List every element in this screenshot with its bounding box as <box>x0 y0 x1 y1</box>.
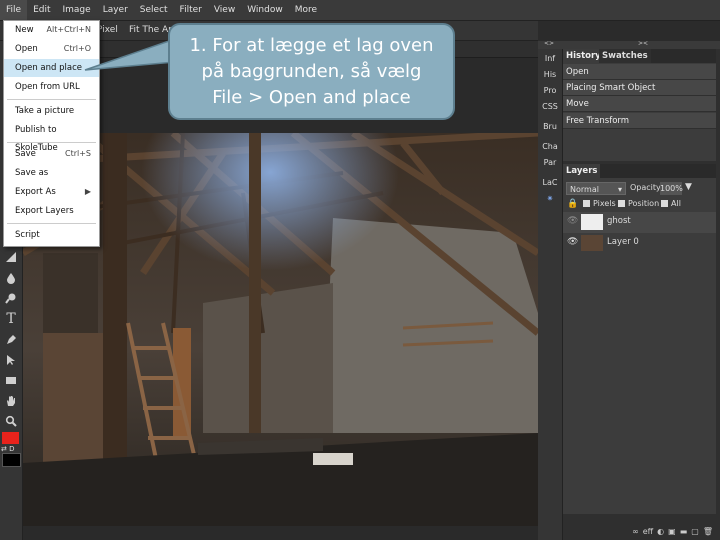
menu-item-export-layers[interactable]: Export Layers <box>4 202 99 220</box>
link-icon[interactable]: ∞ <box>632 527 639 536</box>
eff-icon[interactable]: eff <box>643 527 653 536</box>
zoom-icon[interactable] <box>1 411 21 431</box>
history-entry[interactable]: Free Transform <box>563 113 716 129</box>
submenu-arrow-icon: ▶ <box>84 187 91 196</box>
tool-presets-icon[interactable]: ✷ <box>538 189 562 209</box>
history-entry[interactable]: Placing Smart Object <box>563 80 716 96</box>
layers-panel-tabs: Layers <box>563 164 716 178</box>
menu-item-take-picture[interactable]: Take a picture <box>4 102 99 120</box>
panel-collapse-bar[interactable]: <> >< <box>538 40 720 49</box>
rect-icon[interactable] <box>1 370 21 390</box>
menu-filter[interactable]: Filter <box>174 0 208 20</box>
instruction-callout: 1. For at lægge et lag oven på baggrunde… <box>168 23 455 120</box>
layer-name: Layer 0 <box>607 237 639 247</box>
lock-pixels-checkbox[interactable] <box>583 200 590 207</box>
lock-all-checkbox[interactable] <box>661 200 668 207</box>
layer-row[interactable]: 👁 ghost <box>563 212 716 234</box>
mini-tab-brush[interactable]: Bru <box>538 117 562 137</box>
tab-layers[interactable]: Layers <box>563 164 601 178</box>
menu-item-save[interactable]: Save Ctrl+S <box>4 145 99 163</box>
menu-more[interactable]: More <box>289 0 323 20</box>
foreground-color-swatch[interactable] <box>2 432 19 444</box>
mini-panel-strip: Inf His Pro CSS Bru Cha Par LaC ✷ <box>538 49 563 540</box>
chevron-down-icon: ▾ <box>617 185 622 194</box>
mini-tab-paragraph[interactable]: Par <box>538 153 562 173</box>
expand-toggle[interactable]: <> <box>544 40 554 47</box>
mini-tab-css[interactable]: CSS <box>538 97 562 117</box>
tab-swatches[interactable]: Swatches <box>599 49 651 63</box>
trash-icon[interactable]: 🗑 <box>703 527 713 536</box>
lock-position-checkbox[interactable] <box>618 200 625 207</box>
lock-icon: 🔒 <box>567 199 579 209</box>
opacity-label: Opacity: <box>630 183 663 192</box>
layers-panel: Layers Normal ▾ Opacity: 100% ▼ 🔒 Pixels … <box>563 164 716 514</box>
menu-file[interactable]: File <box>0 0 28 20</box>
menu-view[interactable]: View <box>208 0 241 20</box>
menu-edit[interactable]: Edit <box>27 0 56 20</box>
layer-thumbnail <box>581 235 603 251</box>
callout-line: på baggrunden, så vælg <box>201 61 422 82</box>
background-color-swatch[interactable] <box>2 453 21 467</box>
blend-mode-select[interactable]: Normal ▾ <box>566 182 626 195</box>
layer-row[interactable]: 👁 Layer 0 <box>563 233 716 254</box>
menu-separator <box>7 223 96 224</box>
layer-thumbnail <box>581 214 603 230</box>
new-layer-icon[interactable]: ▢ <box>691 527 699 536</box>
lock-position-label: Position <box>628 199 660 208</box>
layer-name: ghost <box>607 216 631 226</box>
folder-icon[interactable]: ▬ <box>680 527 688 536</box>
opacity-input[interactable]: 100% <box>660 182 683 195</box>
menu-image[interactable]: Image <box>57 0 97 20</box>
history-entry[interactable]: Open <box>563 64 716 80</box>
half-circle-icon[interactable]: ◐ <box>657 527 664 536</box>
dropper-icon[interactable] <box>1 268 21 288</box>
callout-line: 1. For at lægge et lag oven <box>189 35 434 56</box>
menu-item-publish[interactable]: Publish to SkoleTube <box>4 121 99 153</box>
history-panel: History Swatches Open Placing Smart Obje… <box>563 49 716 161</box>
menu-layer[interactable]: Layer <box>97 0 134 20</box>
history-entry[interactable]: Move <box>563 96 716 112</box>
visibility-eye-icon[interactable]: 👁 <box>567 216 578 226</box>
mask-icon[interactable]: ▣ <box>668 527 676 536</box>
opacity-dropdown-icon[interactable]: ▼ <box>685 182 692 192</box>
menu-bar: File Edit Image Layer Select Filter View… <box>0 0 720 21</box>
text-icon[interactable]: T <box>1 309 21 329</box>
callout-pointer <box>84 38 176 71</box>
menu-separator <box>7 142 96 143</box>
menu-item-open-from-url[interactable]: Open from URL <box>4 78 99 96</box>
tab-history[interactable]: History <box>563 49 604 63</box>
gradient-icon[interactable] <box>1 247 21 267</box>
menu-item-save-as[interactable]: Save as <box>4 164 99 182</box>
callout-line: File > Open and place <box>212 87 411 108</box>
swap-colors-icon[interactable]: ⇄ D <box>1 445 14 453</box>
lock-pixels-label: Pixels <box>593 199 616 208</box>
hand-icon[interactable] <box>1 391 21 411</box>
layers-footer: ∞ eff ◐ ▣ ▬ ▢ 🗑 <box>563 522 716 540</box>
visibility-eye-icon[interactable]: 👁 <box>567 237 578 247</box>
menu-separator <box>7 99 96 100</box>
select-icon[interactable] <box>1 350 21 370</box>
menu-window[interactable]: Window <box>241 0 289 20</box>
collapse-toggle[interactable]: >< <box>638 40 648 47</box>
attic-photo <box>23 133 538 526</box>
canvas-area[interactable] <box>23 58 538 540</box>
menu-select[interactable]: Select <box>134 0 174 20</box>
blur-icon[interactable] <box>1 288 21 308</box>
menu-item-script[interactable]: Script <box>4 226 99 244</box>
pen-icon[interactable] <box>1 330 21 350</box>
menu-item-export-as[interactable]: Export As ▶ <box>4 183 99 201</box>
lock-all-label: All <box>671 199 681 208</box>
history-panel-tabs: History Swatches <box>563 49 716 63</box>
